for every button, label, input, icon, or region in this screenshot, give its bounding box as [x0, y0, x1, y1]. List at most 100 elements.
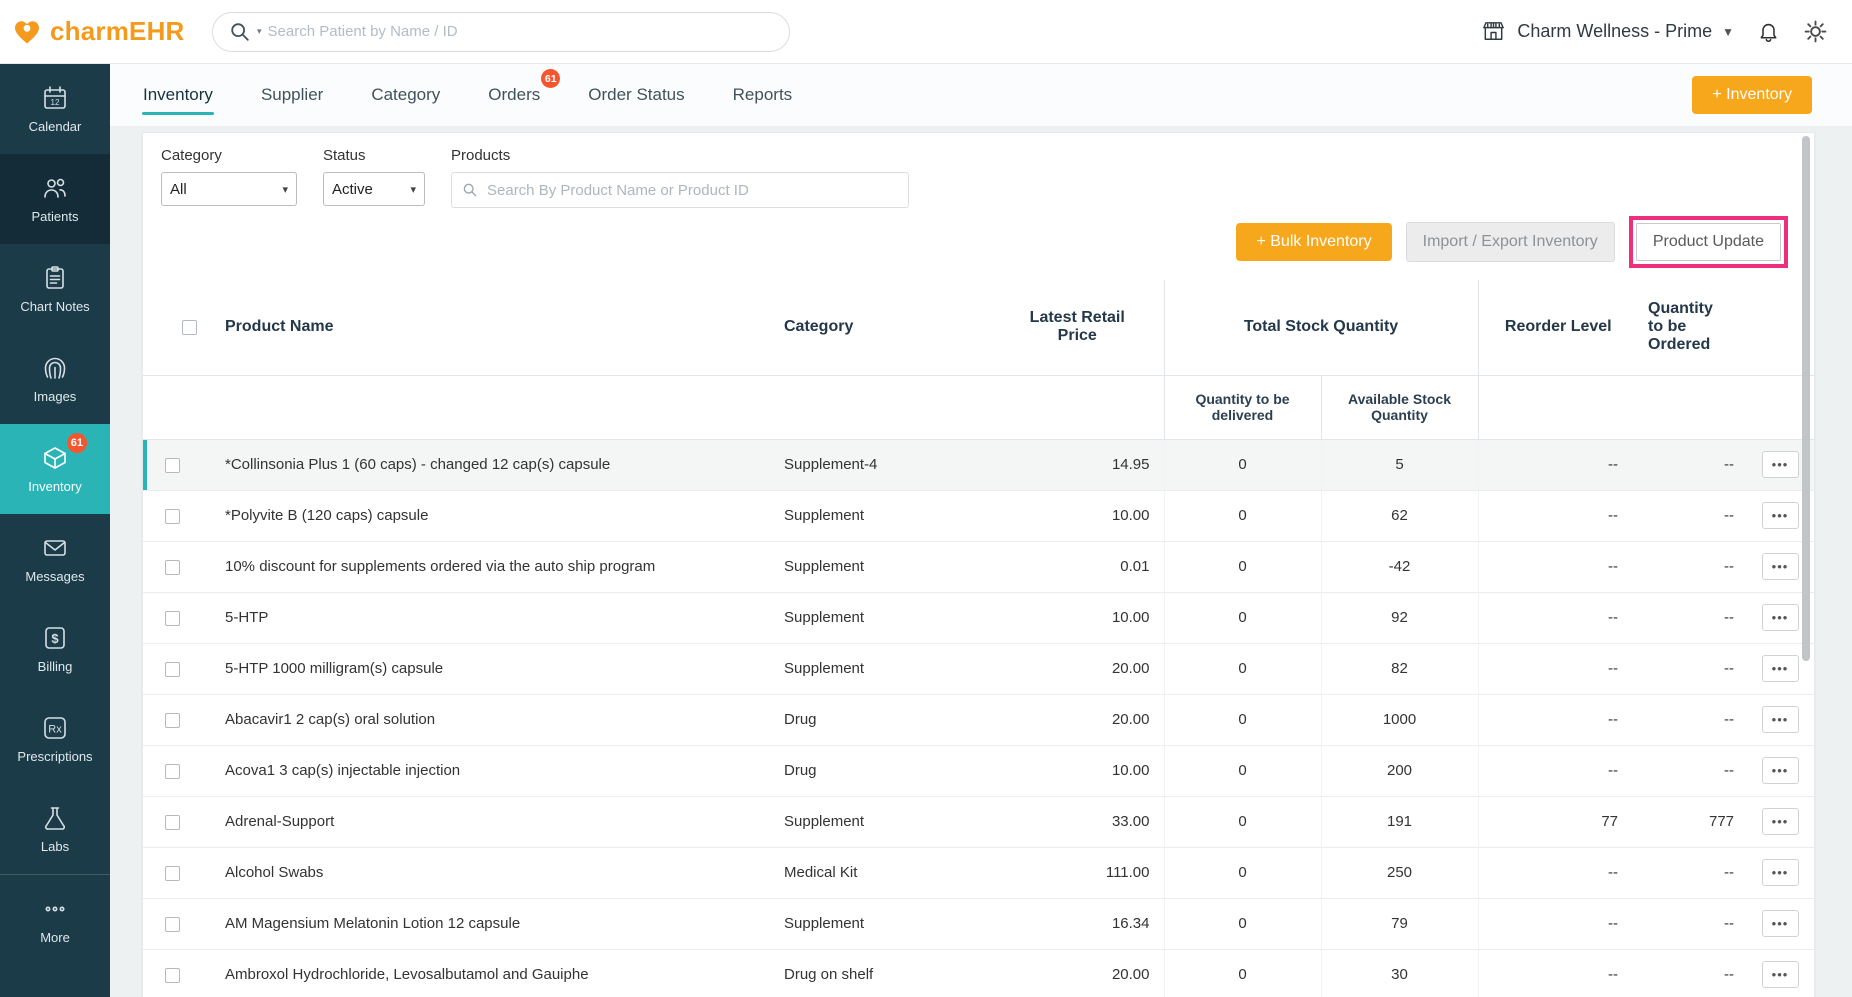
row-actions-button[interactable]: ••• [1762, 553, 1799, 580]
patient-search-input[interactable] [268, 23, 773, 40]
sidebar-item-chart-notes[interactable]: Chart Notes [0, 244, 110, 334]
inventory-card: Category All ▾ Status Active ▾ Products [142, 132, 1815, 997]
row-checkbox[interactable] [165, 560, 180, 575]
product-name-cell[interactable]: 5-HTP 1000 milligram(s) capsule [213, 643, 771, 694]
settings-gear-icon[interactable] [1803, 19, 1828, 44]
org-switcher[interactable]: Charm Wellness - Prime ▼ [1480, 18, 1734, 45]
sidebar-item-label: Images [34, 389, 77, 404]
row-actions-button[interactable]: ••• [1762, 961, 1799, 988]
qty-delivered-cell: 0 [1164, 898, 1321, 949]
row-checkbox[interactable] [165, 662, 180, 677]
sidebar-item-billing[interactable]: $Billing [0, 604, 110, 694]
bulk-inventory-button[interactable]: + Bulk Inventory [1236, 223, 1391, 261]
table-row[interactable]: Abacavir1 2 cap(s) oral solutionDrug20.0… [143, 694, 1814, 745]
tab-category[interactable]: Category [370, 66, 441, 124]
row-checkbox[interactable] [165, 764, 180, 779]
table-row[interactable]: 5-HTPSupplement10.00092----••• [143, 592, 1814, 643]
product-name-cell[interactable]: Abacavir1 2 cap(s) oral solution [213, 694, 771, 745]
row-checkbox[interactable] [165, 509, 180, 524]
row-actions-button[interactable]: ••• [1762, 757, 1799, 784]
product-name-cell[interactable]: 10% discount for supplements ordered via… [213, 541, 771, 592]
sidebar-item-patients[interactable]: Patients [0, 154, 110, 244]
product-name-cell[interactable]: Acova1 3 cap(s) injectable injection [213, 745, 771, 796]
row-actions-button[interactable]: ••• [1762, 655, 1799, 682]
product-name-cell[interactable]: *Collinsonia Plus 1 (60 caps) - changed … [213, 439, 771, 490]
row-checkbox[interactable] [165, 458, 180, 473]
product-name-cell[interactable]: Adrenal-Support [213, 796, 771, 847]
sidebar-item-labs[interactable]: Labs [0, 784, 110, 874]
category-select[interactable]: All ▾ [161, 172, 297, 206]
tab-strip: Inventory Supplier Category Orders61 Order S… [110, 64, 1852, 126]
sidebar-item-label: Calendar [29, 119, 82, 134]
retail-price-cell: 14.95 [991, 439, 1164, 490]
tab-supplier[interactable]: Supplier [260, 66, 324, 124]
available-stock-cell: 1000 [1321, 694, 1478, 745]
table-row[interactable]: AM Magensium Melatonin Lotion 12 capsule… [143, 898, 1814, 949]
sidebar-item-calendar[interactable]: 12Calendar [0, 64, 110, 154]
table-row[interactable]: Adrenal-SupportSupplement33.00019177777•… [143, 796, 1814, 847]
row-checkbox[interactable] [165, 611, 180, 626]
status-select[interactable]: Active ▾ [323, 172, 425, 206]
search-type-caret-icon[interactable]: ▾ [257, 26, 262, 37]
import-export-inventory-button[interactable]: Import / Export Inventory [1406, 222, 1615, 262]
row-checkbox[interactable] [165, 917, 180, 932]
category-cell: Supplement [771, 592, 991, 643]
product-name-cell[interactable]: Alcohol Swabs [213, 847, 771, 898]
row-actions-button[interactable]: ••• [1762, 502, 1799, 529]
table-row[interactable]: Acova1 3 cap(s) injectable injectionDrug… [143, 745, 1814, 796]
reorder-level-cell: -- [1478, 592, 1638, 643]
sidebar-item-images[interactable]: Images [0, 334, 110, 424]
select-all-checkbox[interactable] [182, 320, 197, 335]
tab-orders[interactable]: Orders61 [487, 66, 541, 124]
checkbox-cell [143, 745, 213, 796]
available-stock-cell: 92 [1321, 592, 1478, 643]
product-name-cell[interactable]: AM Magensium Melatonin Lotion 12 capsule [213, 898, 771, 949]
chevron-down-icon: ▾ [282, 183, 288, 196]
row-actions-button[interactable]: ••• [1762, 604, 1799, 631]
row-checkbox[interactable] [165, 713, 180, 728]
row-checkbox[interactable] [165, 866, 180, 881]
row-actions-button[interactable]: ••• [1762, 706, 1799, 733]
sidebar-item-messages[interactable]: Messages [0, 514, 110, 604]
scrollbar-thumb[interactable] [1802, 136, 1810, 661]
table-row[interactable]: *Collinsonia Plus 1 (60 caps) - changed … [143, 439, 1814, 490]
row-actions-button[interactable]: ••• [1762, 808, 1799, 835]
product-search-input[interactable] [487, 182, 898, 199]
sidebar-item-inventory[interactable]: Inventory61 [0, 424, 110, 514]
retail-price-cell: 20.00 [991, 949, 1164, 997]
actions-cell: ••• [1746, 796, 1814, 847]
row-actions-button[interactable]: ••• [1762, 451, 1799, 478]
table-row[interactable]: 5-HTP 1000 milligram(s) capsuleSupplemen… [143, 643, 1814, 694]
sidebar-item-more[interactable]: More [0, 874, 110, 964]
table-row[interactable]: Alcohol SwabsMedical Kit111.000250----••… [143, 847, 1814, 898]
inventory-box-icon [41, 444, 69, 472]
sidebar-count-badge: 61 [67, 433, 87, 453]
actions-cell: ••• [1746, 949, 1814, 997]
row-actions-button[interactable]: ••• [1762, 910, 1799, 937]
tab-inventory[interactable]: Inventory [142, 66, 214, 124]
tab-reports[interactable]: Reports [732, 66, 794, 124]
tab-order-status[interactable]: Order Status [587, 66, 685, 124]
product-update-button[interactable]: Product Update [1636, 223, 1781, 261]
row-checkbox[interactable] [165, 815, 180, 830]
product-name-cell[interactable]: Ambroxol Hydrochloride, Levosalbutamol a… [213, 949, 771, 997]
product-name-cell[interactable]: *Polyvite B (120 caps) capsule [213, 490, 771, 541]
retail-price-cell: 10.00 [991, 592, 1164, 643]
col-total-stock-quantity: Total Stock Quantity [1164, 280, 1478, 375]
chart-notes-icon [41, 264, 69, 292]
notifications-bell-icon[interactable] [1756, 19, 1781, 44]
sidebar-item-prescriptions[interactable]: RxPrescriptions [0, 694, 110, 784]
table-row[interactable]: 10% discount for supplements ordered via… [143, 541, 1814, 592]
search-icon[interactable] [229, 21, 251, 43]
table-row[interactable]: Ambroxol Hydrochloride, Levosalbutamol a… [143, 949, 1814, 997]
qty-to-order-cell: -- [1638, 745, 1746, 796]
add-inventory-button[interactable]: + Inventory [1692, 76, 1812, 114]
table-row[interactable]: *Polyvite B (120 caps) capsuleSupplement… [143, 490, 1814, 541]
product-name-cell[interactable]: 5-HTP [213, 592, 771, 643]
row-actions-button[interactable]: ••• [1762, 859, 1799, 886]
qty-delivered-cell: 0 [1164, 796, 1321, 847]
sidebar-item-label: Messages [25, 569, 84, 584]
app-logo[interactable]: charmEHR [12, 16, 212, 47]
tab-label: Inventory [143, 85, 213, 104]
row-checkbox[interactable] [165, 968, 180, 983]
